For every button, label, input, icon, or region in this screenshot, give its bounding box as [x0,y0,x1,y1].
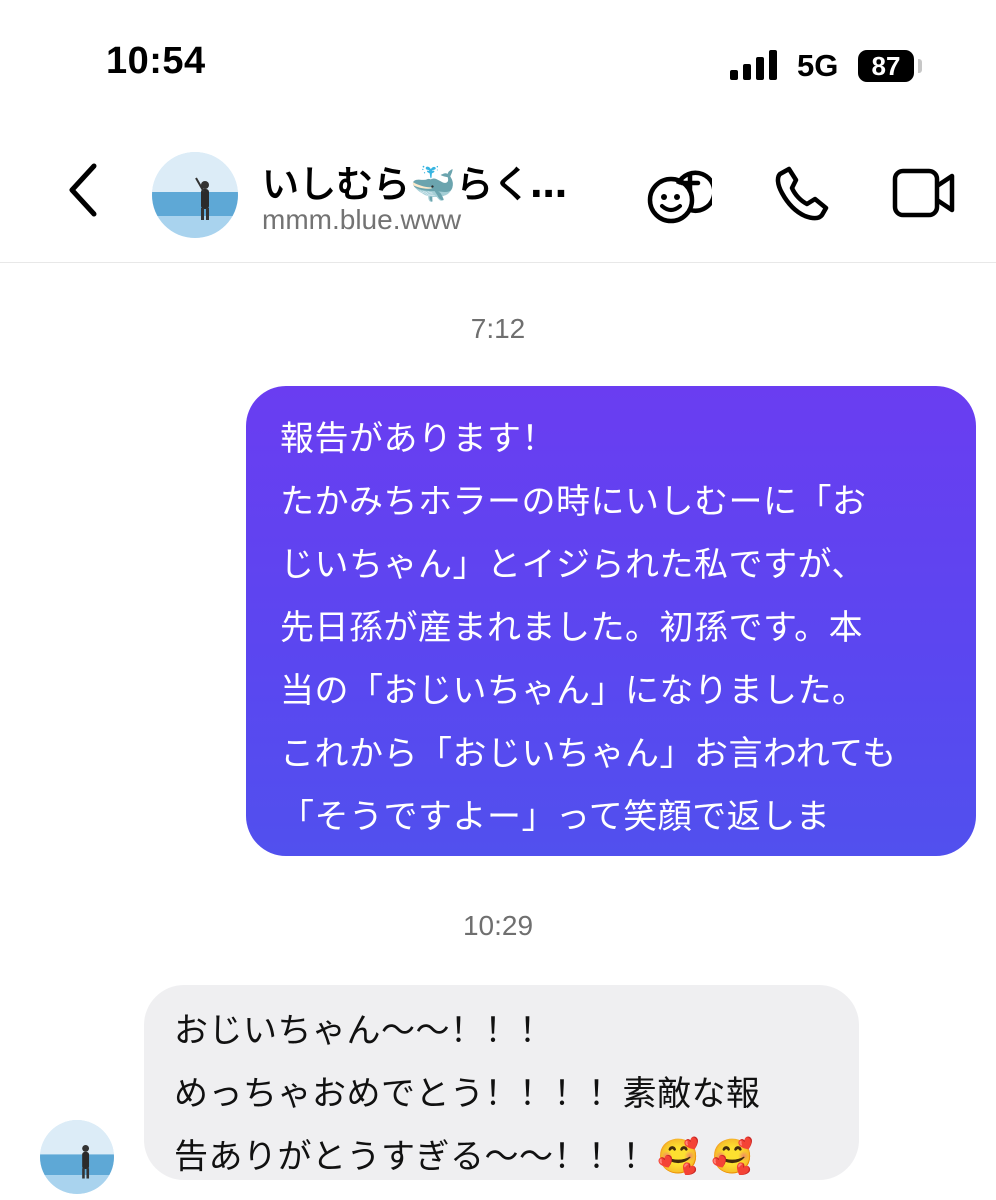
avatar-photo [40,1120,114,1194]
status-bar: 10:54 5G 87 [0,0,996,120]
contact-name[interactable]: いしむら🐳らく… [262,154,567,208]
message-timestamp: 10:29 [462,910,534,941]
battery-level: 87 [871,50,901,81]
battery-cap [918,59,922,73]
sticker-add-icon[interactable] [646,164,712,226]
status-time: 10:54 [106,40,206,82]
avatar[interactable] [152,152,238,238]
contact-username[interactable]: mmm.blue.www [262,204,461,236]
chat-header: いしむら🐳らく… mmm.blue.www [0,120,996,262]
outgoing-message-text: 報告があります！ たかみちホラーの時にいしむーに「お じいちゃん」とイジられた私… [280,419,897,900]
video-camera-icon[interactable] [892,168,958,218]
chevron-left-icon[interactable] [64,160,104,220]
battery-icon: 87 [858,50,914,82]
phone-icon[interactable] [774,164,832,222]
message-timestamp: 7:12 [470,313,526,344]
header-divider [0,262,996,263]
sender-avatar[interactable] [40,1120,114,1194]
network-type: 5G [797,48,839,83]
avatar-photo [152,152,238,238]
incoming-message-text: おじいちゃん〜〜！！！ めっちゃおめでとう！！！！素敵な報 告ありがとうすぎる〜… [174,1011,761,1177]
cellular-signal-icon [730,50,777,80]
